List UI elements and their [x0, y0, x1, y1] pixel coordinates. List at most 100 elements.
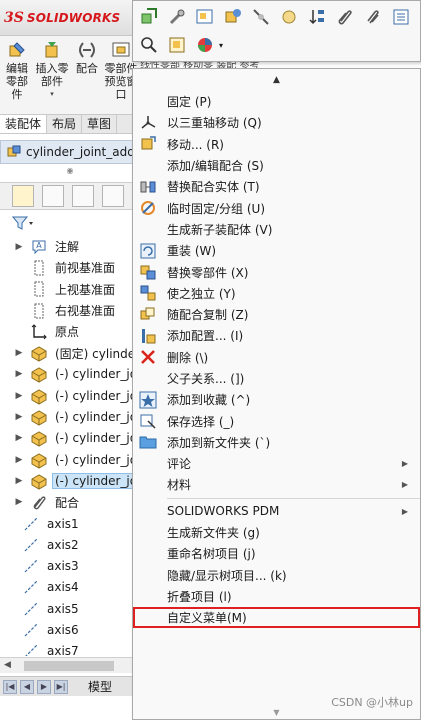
solidworks-logo[interactable]: 3S SOLIDWORKS [4, 6, 132, 30]
expand-arrow-icon[interactable]: ▶ [12, 476, 26, 486]
tree-item[interactable]: axis7 [0, 641, 140, 656]
menu-item[interactable]: 替换配合实体 (T) [133, 176, 420, 197]
scroll-left-icon[interactable]: ◀ [4, 660, 11, 670]
menu-item[interactable]: 父子关系... (]) [133, 368, 420, 389]
menu-item[interactable]: 生成新文件夹 (g) [133, 522, 420, 543]
mate-toolbar-button[interactable] [333, 5, 357, 29]
menu-item[interactable]: SOLIDWORKS PDM ▶ [133, 501, 420, 522]
feature-tree-tab-icon[interactable] [12, 185, 34, 207]
tree-item[interactable]: ▶ 配合 [0, 492, 140, 513]
menu-item[interactable]: 固定 (P) [133, 91, 420, 112]
make-drawing-button[interactable] [193, 5, 217, 29]
tree-item[interactable]: ▶ (固定) cylinder [0, 342, 140, 363]
menu-item[interactable]: 自定义菜单(M) [133, 607, 420, 629]
expand-arrow-icon[interactable]: ▶ [12, 242, 26, 252]
filter-icon[interactable] [12, 215, 34, 231]
tab-assembly[interactable]: 装配体 [0, 115, 48, 133]
expand-arrow-icon[interactable]: ▶ [12, 369, 26, 379]
mate-reference-button[interactable] [361, 5, 385, 29]
menu-item[interactable]: 添加到收藏 (^) [133, 389, 420, 410]
component-properties-button[interactable] [221, 5, 245, 29]
configuration-manager-tab-icon[interactable] [72, 185, 94, 207]
expand-arrow-icon[interactable]: ▶ [12, 497, 26, 507]
list-view-button[interactable] [389, 5, 413, 29]
part-icon [30, 408, 48, 426]
tree-item[interactable]: 右视基准面 [0, 300, 140, 321]
insert-component-button[interactable]: 插入零部件 ▾ [32, 40, 72, 101]
tab-sketch[interactable]: 草图 [82, 115, 118, 133]
panel-collapse-handle[interactable]: ◉ [0, 166, 140, 180]
horizontal-scrollbar[interactable]: ◀ [0, 657, 140, 673]
expand-arrow-icon[interactable]: ▶ [12, 433, 26, 443]
next-tab-icon[interactable]: ▶ [37, 679, 51, 694]
tab-model[interactable]: 模型 [88, 678, 112, 695]
tree-item[interactable]: axis1 [0, 513, 140, 534]
menu-item[interactable]: 保存选择 (_) [133, 410, 420, 431]
menu-item[interactable]: 替换零部件 (X) [133, 261, 420, 282]
property-manager-tab-icon[interactable] [42, 185, 64, 207]
dimxpert-tab-icon[interactable] [102, 185, 124, 207]
menu-item[interactable]: 删除 (\) [133, 347, 420, 368]
mate-icon [30, 493, 48, 511]
tree-item[interactable]: axis3 [0, 555, 140, 576]
first-tab-icon[interactable]: |◀ [3, 679, 17, 694]
tree-item[interactable]: ▶ (-) cylinder_jo [0, 406, 140, 427]
tree-item[interactable]: ▶ (-) cylinder_jo [0, 364, 140, 385]
expand-arrow-icon[interactable]: ▶ [12, 412, 26, 422]
mate-button[interactable]: 配合 [74, 40, 100, 75]
menu-item[interactable]: 添加配置... (I) [133, 325, 420, 346]
tree-item[interactable]: axis6 [0, 619, 140, 640]
tree-item[interactable]: axis5 [0, 598, 140, 619]
prev-tab-icon[interactable]: ◀ [20, 679, 34, 694]
menu-item[interactable]: 添加到新文件夹 (`) [133, 432, 420, 453]
tree-item[interactable]: ▶ (-) cylinder_jo [0, 385, 140, 406]
insert-component-dropdown[interactable]: ▾ [32, 88, 72, 101]
expand-arrow-icon[interactable]: ▶ [12, 391, 26, 401]
last-tab-icon[interactable]: ▶| [54, 679, 68, 694]
open-part-button[interactable] [137, 5, 161, 29]
menu-scroll-up-icon[interactable]: ▲ [133, 69, 420, 91]
menu-item[interactable]: 添加/编辑配合 (S) [133, 155, 420, 176]
smart-fastener-button[interactable] [165, 5, 189, 29]
hide-component-button[interactable] [249, 5, 273, 29]
menu-item[interactable]: 使之独立 (Y) [133, 283, 420, 304]
menu-item[interactable]: 重装 (W) [133, 240, 420, 261]
command-manager: 编辑零部件 插入零部件 ▾ 配合 零部件预览窗口 [0, 36, 140, 114]
menu-item[interactable]: 材料 ▶ [133, 474, 420, 495]
tree-item[interactable]: 前视基准面 [0, 257, 140, 278]
expand-arrow-icon[interactable]: ▶ [12, 455, 26, 465]
view-orientation-icon [169, 37, 185, 53]
submenu-arrow-icon: ▶ [401, 459, 408, 469]
menu-item[interactable]: 临时固定/分组 (U) [133, 197, 420, 218]
tree-item[interactable]: ▶ (-) cylinder_jo [0, 428, 140, 449]
tree-item[interactable]: ▶ (-) cylinder_jo [0, 470, 140, 491]
tab-layout[interactable]: 布局 [47, 115, 83, 133]
view-orientation-button[interactable] [165, 33, 189, 57]
menu-item[interactable]: 评论 ▶ [133, 453, 420, 474]
edit-component-button[interactable]: 编辑零部件 [2, 40, 32, 101]
menu-item-label: SOLIDWORKS PDM [167, 504, 280, 519]
menu-item-label: 重命名树项目 (j) [167, 547, 256, 562]
appearance-dropdown[interactable]: ▾ [215, 33, 227, 57]
menu-item[interactable]: 折叠项目 (l) [133, 586, 420, 607]
appearance-button[interactable] [193, 33, 217, 57]
menu-item[interactable]: 随配合复制 (Z) [133, 304, 420, 325]
expand-arrow-icon[interactable]: ▶ [12, 348, 26, 358]
menu-item[interactable]: 重命名树项目 (j) [133, 543, 420, 564]
menu-item[interactable]: 隐藏/显示树项目... (k) [133, 565, 420, 586]
menu-item[interactable]: 移动... (R) [133, 134, 420, 155]
reorder-button[interactable] [305, 5, 329, 29]
menu-item[interactable]: 生成新子装配体 (V) [133, 219, 420, 240]
tree-item[interactable]: ▶ (-) cylinder_jo [0, 449, 140, 470]
tree-item[interactable]: 上视基准面 [0, 279, 140, 300]
menu-item-label: 临时固定/分组 (U) [167, 201, 266, 216]
tree-item[interactable]: ▶ A 注解 [0, 236, 140, 257]
tree-item[interactable]: axis2 [0, 534, 140, 555]
feature-manager-title[interactable]: cylinder_joint_add [0, 140, 140, 164]
menu-item[interactable]: 以三重轴移动 (Q) [133, 112, 420, 133]
isolate-button[interactable] [277, 5, 301, 29]
tree-item[interactable]: axis4 [0, 577, 140, 598]
zoom-to-selection-button[interactable] [137, 33, 161, 57]
tree-item[interactable]: 原点 [0, 321, 140, 342]
scrollbar-thumb[interactable] [24, 661, 114, 671]
